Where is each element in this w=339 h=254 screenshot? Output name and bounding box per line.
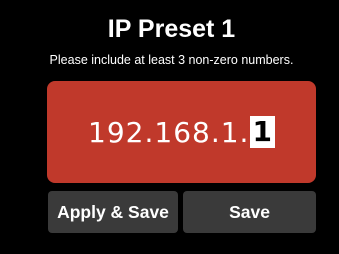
ip-address-field[interactable]: 192.168.1. 1 <box>47 81 316 183</box>
ip-address-value: 192.168.1. 1 <box>88 116 275 149</box>
preset-screen: IP Preset 1 Please include at least 3 no… <box>14 8 329 246</box>
apply-and-save-button[interactable]: Apply & Save <box>48 191 178 233</box>
save-button[interactable]: Save <box>183 191 316 233</box>
ip-edit-cursor[interactable]: 1 <box>250 116 275 148</box>
instruction-text: Please include at least 3 non-zero numbe… <box>49 53 294 67</box>
ip-address-prefix: 192.168.1. <box>88 115 250 149</box>
page-title: IP Preset 1 <box>107 15 236 43</box>
